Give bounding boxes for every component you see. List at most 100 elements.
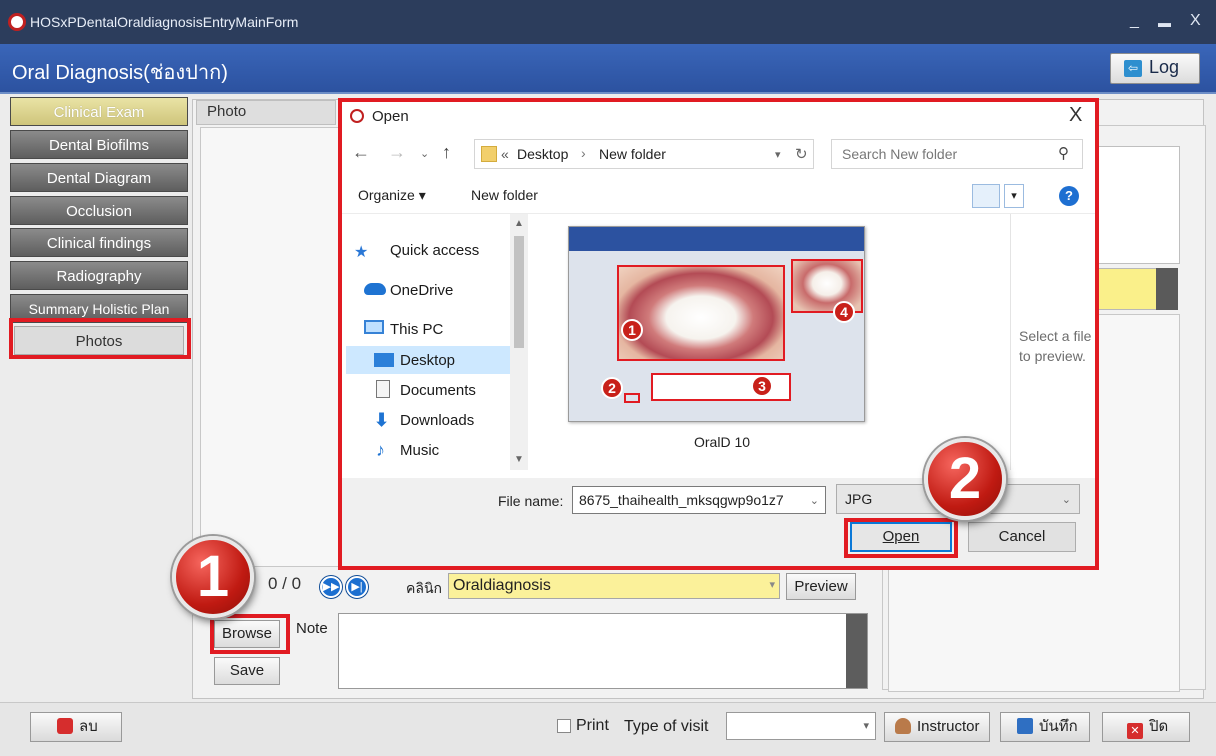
- cancel-button[interactable]: Cancel: [968, 522, 1076, 552]
- refresh-icon[interactable]: ↻: [795, 145, 808, 163]
- last-photo-button[interactable]: ▶|: [346, 576, 368, 598]
- download-icon: ⬇: [374, 410, 390, 430]
- forward-arrow-icon[interactable]: →: [388, 142, 406, 163]
- thumbnail-browse-box: [624, 393, 640, 403]
- thumbnail-mark-3: 3: [751, 375, 773, 397]
- dialog-toolbar: Organize ▾ New folder ▾ ?: [342, 178, 1095, 214]
- nav-scrollbar-thumb[interactable]: [514, 236, 524, 348]
- save-record-button[interactable]: บันทึก: [1000, 712, 1090, 742]
- folder-icon: [481, 146, 497, 162]
- clinic-label: คลินิก: [406, 580, 442, 596]
- close-form-button[interactable]: ✕ ปิด: [1102, 712, 1190, 742]
- browse-highlight: [210, 614, 290, 654]
- navigation-pane: ★ Quick access OneDrive This PC Desktop …: [346, 214, 528, 470]
- note-scrollbar[interactable]: [846, 614, 867, 688]
- maximize-button[interactable]: ▬: [1158, 15, 1171, 30]
- preview-message: Select a file to preview.: [1019, 328, 1092, 364]
- person-icon: [895, 718, 911, 734]
- sidebar-item-dental-diagram[interactable]: Dental Diagram: [10, 163, 188, 192]
- path-new-folder[interactable]: New folder: [599, 146, 666, 162]
- photo-counter: 0 / 0: [268, 574, 302, 593]
- chevron-down-icon: ▾: [769, 579, 775, 591]
- nav-item-music[interactable]: Music: [400, 442, 439, 459]
- file-type-value: JPG: [845, 491, 873, 507]
- help-icon[interactable]: ?: [1059, 186, 1079, 206]
- type-of-visit-select[interactable]: ▾: [726, 712, 876, 740]
- open-highlight: [844, 518, 958, 558]
- chevron-down-icon: ⌄: [1061, 494, 1071, 506]
- path-overflow: «: [501, 146, 509, 162]
- view-icon[interactable]: [972, 184, 1000, 208]
- search-placeholder: Search New folder: [842, 146, 958, 162]
- save-record-label: บันทึก: [1039, 718, 1078, 735]
- note-label: Note: [296, 620, 328, 637]
- dialog-close-button[interactable]: X: [1069, 104, 1082, 127]
- next-photo-button[interactable]: ▶▶: [320, 576, 342, 598]
- sidebar-item-clinical-exam[interactable]: Clinical Exam: [10, 97, 188, 126]
- desktop-icon: [374, 353, 394, 367]
- minimize-button[interactable]: _: [1130, 12, 1139, 30]
- nav-item-downloads[interactable]: Downloads: [400, 412, 474, 429]
- window-title: HOSxPDentalOraldiagnosisEntryMainForm: [30, 14, 299, 30]
- new-folder-button[interactable]: New folder: [471, 187, 538, 203]
- star-icon: ★: [354, 244, 369, 261]
- file-name-value: 8675_thaihealth_mksqgwp9o1z7: [579, 492, 784, 508]
- music-icon: ♪: [376, 440, 385, 460]
- close-icon: ✕: [1127, 723, 1143, 739]
- back-arrow-icon[interactable]: ←: [352, 142, 370, 163]
- thumbnail-mark-4: 4: [833, 301, 855, 323]
- path-desktop[interactable]: Desktop: [517, 146, 568, 162]
- nav-item-this-pc[interactable]: This PC: [390, 321, 443, 338]
- delete-label: ลบ: [79, 718, 98, 735]
- page-title: Oral Diagnosis(ช่องปาก): [12, 62, 228, 84]
- log-button[interactable]: ⇦ Log: [1110, 53, 1200, 84]
- sidebar-item-radiography[interactable]: Radiography: [10, 261, 188, 290]
- title-bar: HOSxPDentalOraldiagnosisEntryMainForm _ …: [0, 0, 1216, 44]
- dialog-title: Open: [372, 108, 409, 125]
- window-close-button[interactable]: X: [1190, 12, 1201, 30]
- nav-item-onedrive[interactable]: OneDrive: [390, 282, 453, 299]
- app-header: Oral Diagnosis(ช่องปาก) ⇦ Log: [0, 44, 1216, 94]
- trash-icon: [57, 718, 73, 734]
- file-thumbnail[interactable]: 1 2 3 4: [568, 226, 865, 422]
- sidebar-item-dental-biofilms[interactable]: Dental Biofilms: [10, 130, 188, 159]
- app-icon: [350, 109, 364, 123]
- print-label: Print: [576, 717, 609, 734]
- scroll-down-icon[interactable]: ▼: [514, 454, 524, 465]
- chevron-down-icon: ▾: [863, 720, 869, 732]
- file-name-input[interactable]: 8675_thaihealth_mksqgwp9o1z7 ⌄: [572, 486, 826, 514]
- delete-button[interactable]: ลบ: [30, 712, 122, 742]
- photo-list-scrollbar[interactable]: [1156, 268, 1178, 310]
- preview-button[interactable]: Preview: [786, 573, 856, 600]
- thumbnail-photo: [617, 265, 785, 361]
- clinic-value: Oraldiagnosis: [453, 577, 551, 594]
- up-arrow-icon[interactable]: ↑: [442, 142, 451, 163]
- photo-tab[interactable]: Photo: [196, 100, 336, 125]
- recent-dropdown-icon[interactable]: ⌄: [420, 147, 429, 160]
- nav-item-documents[interactable]: Documents: [400, 382, 476, 399]
- nav-item-quick-access[interactable]: Quick access: [390, 242, 479, 259]
- sidebar-item-occlusion[interactable]: Occlusion: [10, 196, 188, 225]
- floppy-icon: [1017, 718, 1033, 734]
- thumbnail-header: [569, 227, 864, 251]
- file-name-caption: OralD 10: [694, 434, 751, 450]
- view-dropdown-icon[interactable]: ▾: [1004, 184, 1024, 208]
- address-row: ← → ⌄ ↑ « Desktop › New folder ▾ ↻ Searc…: [342, 134, 1095, 174]
- instructor-button[interactable]: Instructor: [884, 712, 990, 742]
- nav-item-desktop[interactable]: Desktop: [400, 352, 455, 369]
- address-bar[interactable]: « Desktop › New folder ▾ ↻: [474, 139, 814, 169]
- sidebar-item-clinical-findings[interactable]: Clinical findings: [10, 228, 188, 257]
- search-input[interactable]: Search New folder ⚲: [831, 139, 1083, 169]
- chevron-down-icon[interactable]: ▾: [775, 148, 781, 161]
- print-checkbox[interactable]: [557, 719, 571, 733]
- preview-pane: Select a file to preview.: [1010, 214, 1095, 470]
- note-textarea[interactable]: [338, 613, 868, 689]
- step-2-callout: 2: [924, 438, 1006, 520]
- organize-button[interactable]: Organize ▾: [358, 187, 426, 204]
- log-icon: ⇦: [1124, 60, 1142, 77]
- search-icon: ⚲: [1058, 145, 1069, 162]
- save-photo-button[interactable]: Save: [214, 657, 280, 685]
- type-of-visit-label: Type of visit: [624, 718, 709, 735]
- clinic-select[interactable]: Oraldiagnosis ▾: [448, 573, 780, 599]
- scroll-up-icon[interactable]: ▲: [514, 218, 524, 229]
